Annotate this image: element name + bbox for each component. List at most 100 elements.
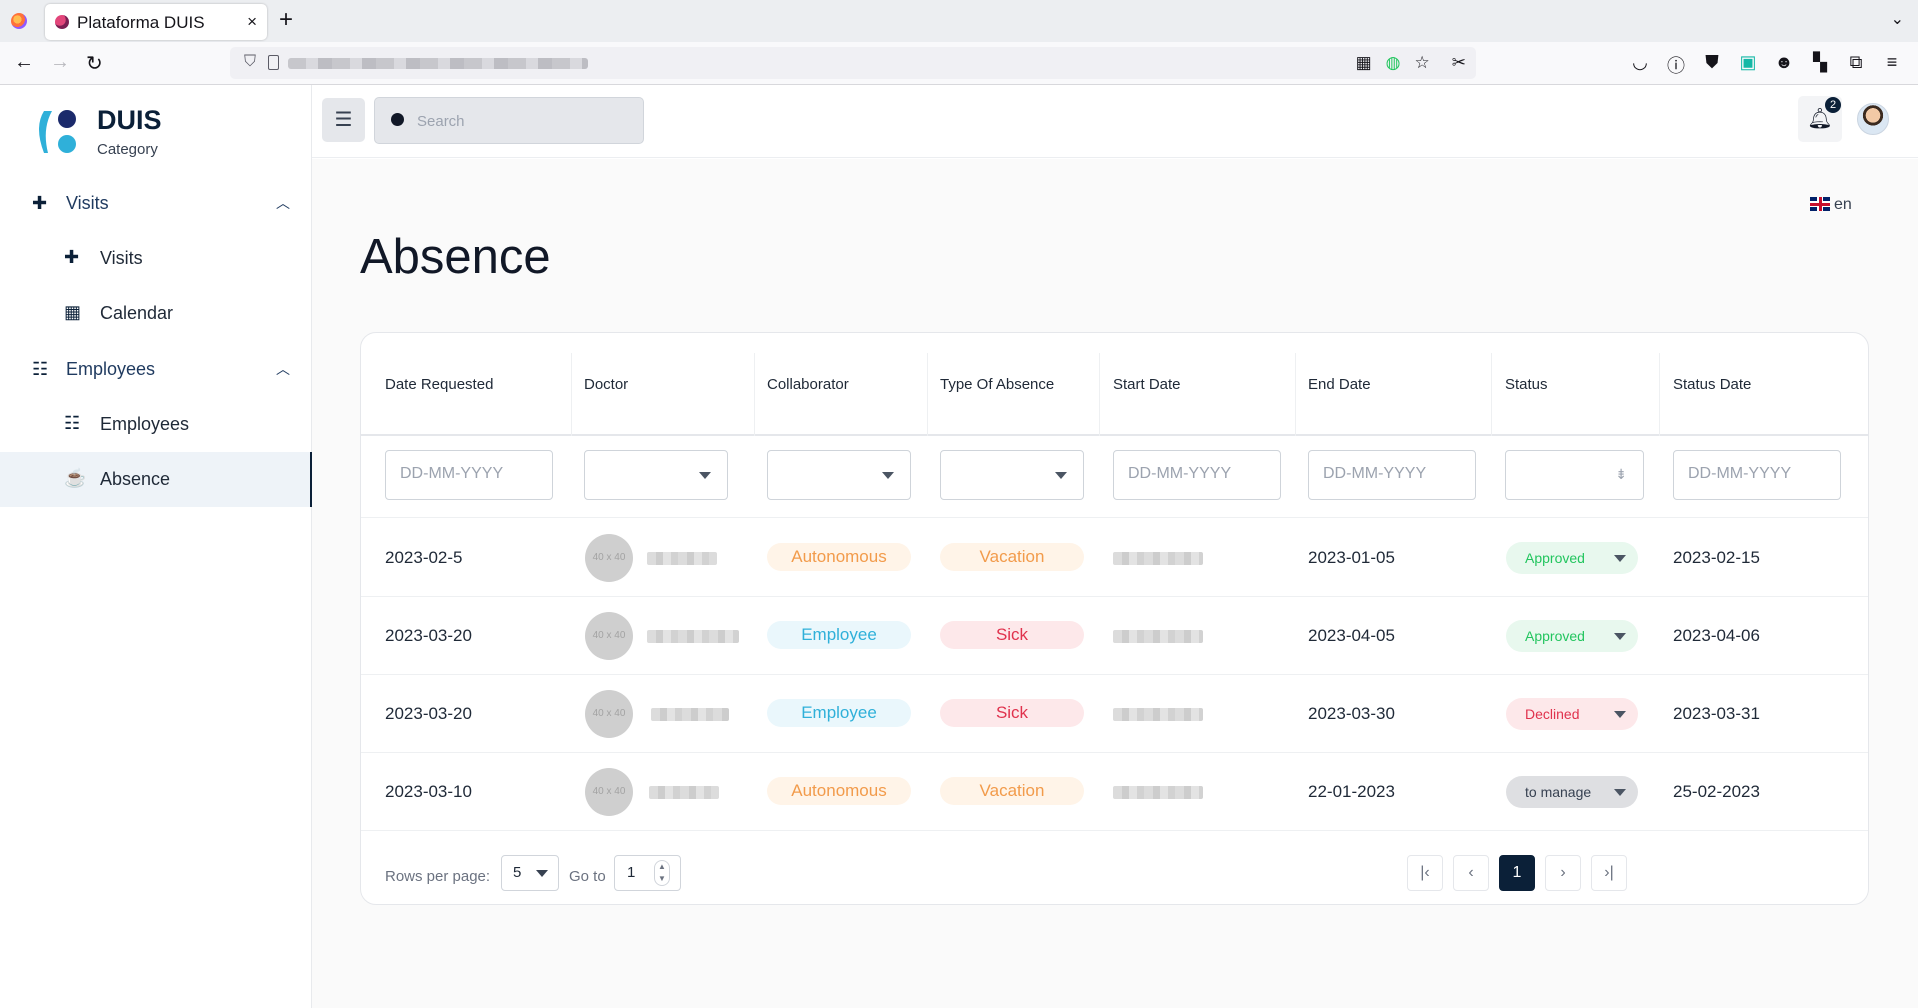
search-input[interactable]	[415, 108, 625, 134]
first-page-button[interactable]: |‹	[1407, 855, 1443, 891]
table-row[interactable]: 2023-03-10 40 x 40 Autonomous Vacation 2…	[361, 753, 1868, 831]
extensions-puzzle-icon[interactable]: ⧉	[1846, 52, 1866, 78]
start-date-filter-input[interactable]	[1126, 464, 1266, 484]
end-date-filter[interactable]	[1308, 450, 1476, 500]
sidebar: DUIS Category ✚ Visits ︿ ✚ Visits ▦ Cale…	[0, 85, 312, 1008]
go-to-page-value: 1	[627, 864, 636, 881]
caret-down-icon	[699, 472, 711, 479]
column-header-type-of-absence[interactable]: Type Of Absence	[940, 376, 1054, 393]
column-header-doctor[interactable]: Doctor	[584, 376, 628, 393]
shield-icon[interactable]: ⛉	[244, 53, 256, 71]
main-content: en Absence Date Requested Doctor Collabo…	[312, 159, 1918, 1008]
sidebar-toggle-button[interactable]: ☰	[322, 98, 365, 142]
collaborator-chip: Autonomous	[767, 777, 911, 805]
tab-close-icon[interactable]: ×	[247, 12, 257, 32]
date-requested-filter-input[interactable]	[398, 464, 538, 484]
go-to-page-input[interactable]: 1 ▲ ▼	[614, 855, 681, 891]
notification-count-badge: 2	[1825, 97, 1841, 113]
sidebar-item-absence[interactable]: ☕ Absence	[0, 452, 312, 507]
next-page-button[interactable]: ›	[1545, 855, 1581, 891]
chevron-up-icon[interactable]: ︿	[276, 359, 290, 379]
user-avatar[interactable]	[1857, 103, 1889, 135]
absence-type-chip: Sick	[940, 699, 1084, 727]
column-header-status-date[interactable]: Status Date	[1673, 376, 1751, 393]
collaborator-filter[interactable]	[767, 450, 911, 500]
column-header-end-date[interactable]: End Date	[1308, 376, 1371, 393]
list-tabs-icon[interactable]: ⌄	[1891, 9, 1904, 29]
column-header-date-requested[interactable]: Date Requested	[385, 376, 493, 393]
status-date-cell: 2023-03-31	[1673, 704, 1760, 723]
chevron-up-icon[interactable]: ︿	[276, 193, 290, 213]
end-date-cell: 2023-04-05	[1308, 626, 1395, 645]
column-header-collaborator[interactable]: Collaborator	[767, 376, 849, 393]
column-header-start-date[interactable]: Start Date	[1113, 376, 1181, 393]
emoji-extension-icon[interactable]: ☻	[1774, 52, 1794, 78]
status-select[interactable]: to manage	[1506, 776, 1638, 808]
date-requested-filter[interactable]	[385, 450, 553, 500]
rows-per-page-select[interactable]: 5	[501, 855, 559, 891]
number-spinner-icon[interactable]: ▲ ▼	[654, 860, 670, 886]
screenshot-icon[interactable]: ✂	[1452, 53, 1466, 73]
medical-kit-icon: ✚	[32, 193, 48, 213]
duis-logo-icon	[39, 110, 76, 153]
brand-name: DUIS	[97, 105, 162, 135]
hamburger-menu-icon[interactable]: ≡	[1882, 52, 1902, 78]
back-icon[interactable]: ←	[14, 51, 34, 74]
caret-down-icon	[1614, 789, 1626, 796]
bookmark-star-icon[interactable]: ☆	[1415, 53, 1430, 73]
type-of-absence-filter[interactable]	[940, 450, 1084, 500]
status-date-cell: 2023-04-06	[1673, 626, 1760, 645]
sidebar-item-visits[interactable]: ✚ Visits	[0, 231, 312, 286]
sidebar-item-employees[interactable]: ☷ Employees	[0, 397, 312, 452]
status-filter[interactable]: ⇟	[1505, 450, 1644, 500]
new-tab-button[interactable]: +	[279, 6, 293, 34]
previous-page-button[interactable]: ‹	[1453, 855, 1489, 891]
save-icon[interactable]: ▣	[1738, 52, 1758, 78]
tab-title: Plataforma DUIS	[77, 13, 205, 32]
status-label: Approved	[1525, 628, 1585, 644]
status-select[interactable]: Declined	[1506, 698, 1638, 730]
extension-badge-icon[interactable]: ◍	[1386, 53, 1401, 73]
status-select[interactable]: Approved	[1506, 542, 1638, 574]
date-requested-cell: 2023-03-20	[385, 626, 472, 645]
status-date-cell: 2023-02-15	[1673, 548, 1760, 567]
collaborator-chip: Employee	[767, 699, 911, 727]
end-date-filter-input[interactable]	[1321, 464, 1461, 484]
qr-code-icon[interactable]: ▦	[1356, 53, 1372, 73]
ublock-icon[interactable]: ⛊	[1702, 52, 1722, 78]
apps-grid-icon[interactable]: ▚	[1810, 52, 1830, 78]
doctor-avatar: 40 x 40	[585, 534, 633, 582]
column-divider	[927, 353, 928, 436]
last-page-button[interactable]: ›|	[1591, 855, 1627, 891]
start-date-redacted	[1113, 630, 1203, 643]
status-date-filter[interactable]	[1673, 450, 1841, 500]
search-icon	[391, 113, 404, 126]
sidebar-group-employees[interactable]: ☷ Employees ︿	[0, 347, 312, 393]
start-date-filter[interactable]	[1113, 450, 1281, 500]
search-box[interactable]	[374, 97, 644, 144]
column-divider	[571, 353, 572, 436]
table-row[interactable]: 2023-02-5 40 x 40 Autonomous Vacation 20…	[361, 519, 1868, 597]
address-bar[interactable]: ⛉ ▦ ◍ ☆ ✂	[230, 47, 1476, 79]
table-row[interactable]: 2023-03-20 40 x 40 Employee Sick 2023-04…	[361, 597, 1868, 675]
reload-icon[interactable]: ↻	[86, 51, 103, 76]
status-select[interactable]: Approved	[1506, 620, 1638, 652]
column-divider	[754, 353, 755, 436]
doctor-filter[interactable]	[584, 450, 728, 500]
status-date-filter-input[interactable]	[1686, 464, 1826, 484]
pocket-icon[interactable]: ◡	[1630, 52, 1650, 78]
info-icon[interactable]: ⓘ	[1666, 52, 1686, 78]
date-requested-cell: 2023-03-10	[385, 782, 472, 801]
sidebar-item-calendar[interactable]: ▦ Calendar	[0, 286, 312, 341]
sidebar-group-visits[interactable]: ✚ Visits ︿	[0, 181, 312, 227]
caret-down-icon	[1614, 633, 1626, 640]
table-row[interactable]: 2023-03-20 40 x 40 Employee Sick 2023-03…	[361, 675, 1868, 753]
end-date-cell: 2023-03-30	[1308, 704, 1395, 723]
forward-icon[interactable]: →	[50, 51, 70, 74]
browser-tab[interactable]: Plataforma DUIS ×	[45, 4, 267, 40]
page-info-icon[interactable]	[268, 55, 279, 70]
page-button-current[interactable]: 1	[1499, 855, 1535, 891]
column-header-status[interactable]: Status	[1505, 376, 1548, 393]
language-selector[interactable]: en	[1810, 196, 1852, 214]
start-date-redacted	[1113, 708, 1203, 721]
